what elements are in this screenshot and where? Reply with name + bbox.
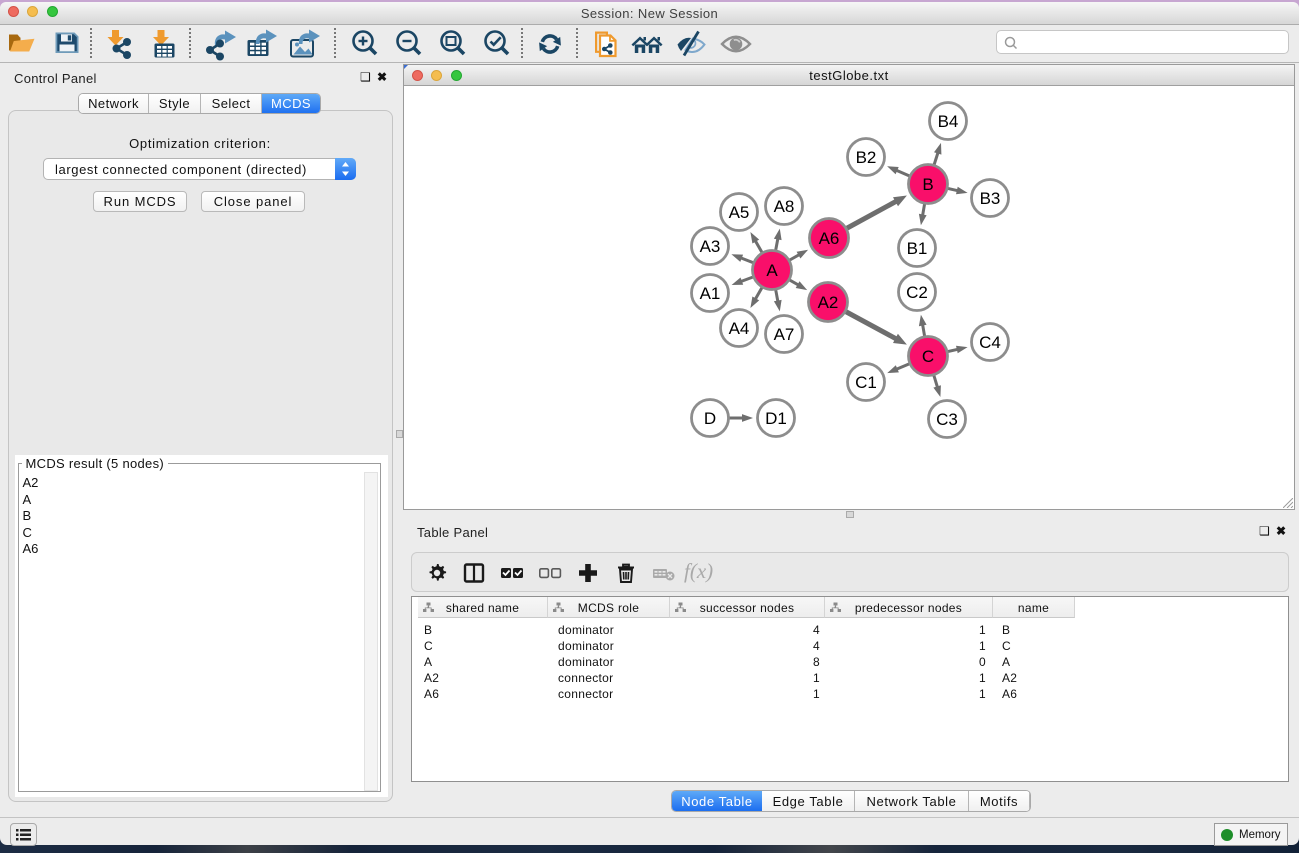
svg-text:A2: A2: [818, 293, 839, 312]
svg-text:A4: A4: [729, 319, 750, 338]
svg-text:A3: A3: [700, 237, 721, 256]
svg-text:D: D: [704, 409, 716, 428]
svg-text:B2: B2: [856, 148, 877, 167]
svg-text:C2: C2: [906, 283, 928, 302]
svg-text:A7: A7: [774, 325, 795, 344]
svg-text:B4: B4: [938, 112, 959, 131]
svg-text:D1: D1: [765, 409, 787, 428]
svg-text:A5: A5: [729, 203, 750, 222]
svg-text:A: A: [766, 261, 778, 280]
svg-text:C3: C3: [936, 410, 958, 429]
svg-text:A6: A6: [819, 229, 840, 248]
svg-text:C4: C4: [979, 333, 1001, 352]
svg-text:A1: A1: [700, 284, 721, 303]
svg-text:B: B: [922, 175, 933, 194]
svg-text:B1: B1: [907, 239, 928, 258]
svg-text:A8: A8: [774, 197, 795, 216]
svg-text:C: C: [922, 347, 934, 366]
svg-text:C1: C1: [855, 373, 877, 392]
svg-text:B3: B3: [980, 189, 1001, 208]
